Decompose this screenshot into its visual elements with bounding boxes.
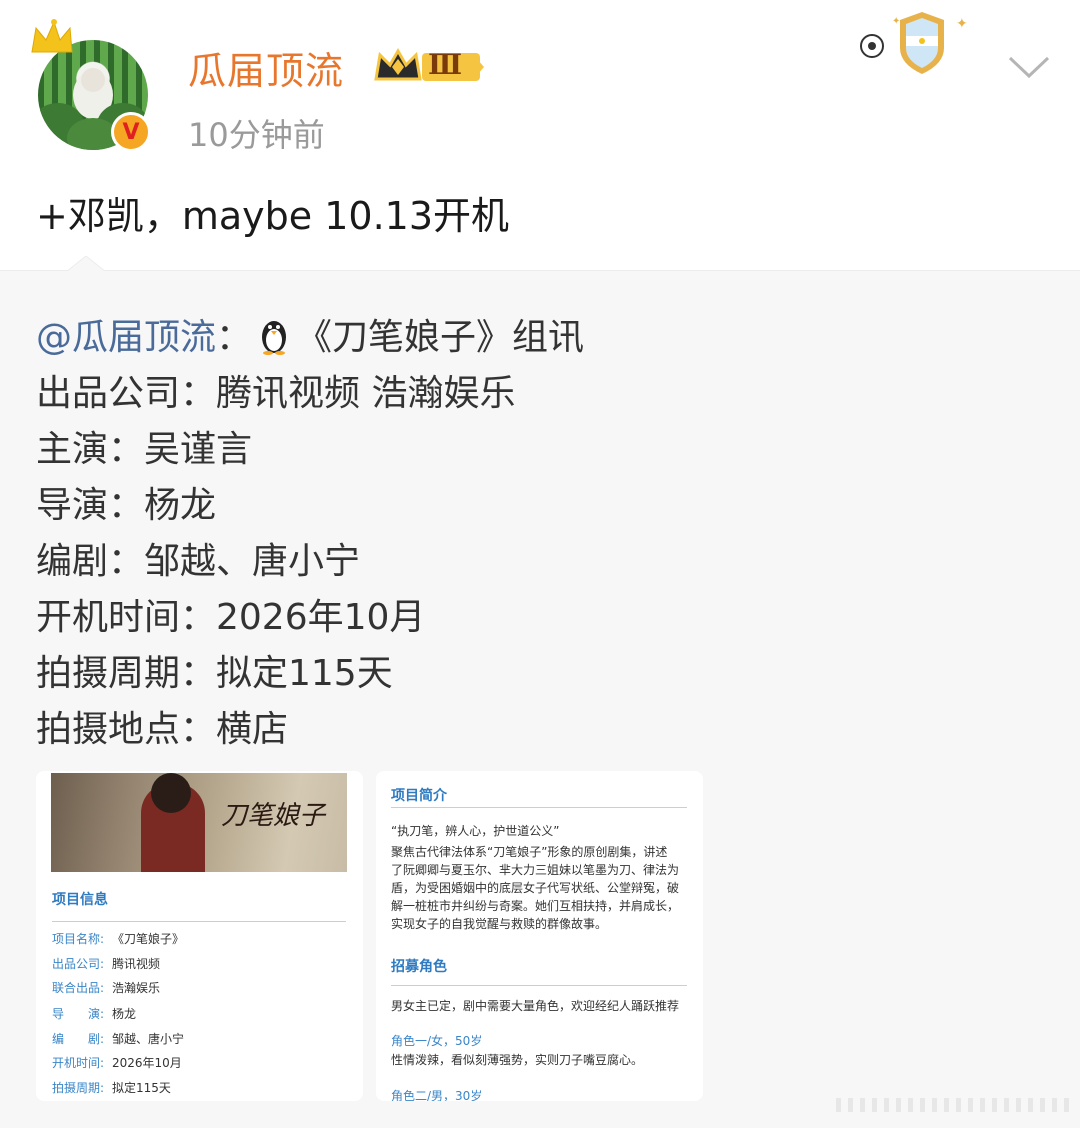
repost-line: 编剧：邹越、唐小宁	[36, 541, 361, 582]
repost-line: 拍摄周期：拟定115天	[36, 653, 393, 694]
section-divider	[391, 985, 687, 986]
username[interactable]: 瓜届顶流	[188, 40, 344, 95]
crown-icon	[31, 19, 73, 53]
section-title: 项目信息	[52, 892, 108, 908]
intro-line: 盾，为受困婚姻中的底层女子代写状纸、公堂辩冤，破	[391, 881, 680, 895]
repost-line: 出品公司：腾讯视频 浩瀚娱乐	[36, 373, 516, 414]
role-heading: 角色二/男，30岁	[391, 1089, 483, 1101]
mention-colon: ：	[216, 317, 253, 358]
poster-figure-head	[151, 773, 191, 813]
section-divider	[391, 807, 687, 808]
poster-image: 刀笔娘子	[51, 773, 347, 872]
info-row: 拍摄周期: 拟定115天	[52, 1079, 171, 1096]
post-time: 10分钟前	[188, 116, 325, 154]
info-value: 邹越、唐小宁	[112, 1032, 185, 1046]
football-fan-badge-icon[interactable]: ✦ ✦	[858, 8, 970, 78]
role-heading: 角色一/女，50岁	[391, 1034, 483, 1048]
repost-pointer	[66, 256, 106, 272]
role-description: 性情泼辣，看似刻薄强势，实则刀子嘴豆腐心。	[391, 1053, 644, 1067]
section-title: 项目简介	[391, 788, 447, 804]
info-value: 杨龙	[112, 1007, 137, 1021]
mention-link[interactable]: @瓜届顶流	[36, 317, 216, 358]
info-row: 编 剧: 邹越、唐小宁	[52, 1030, 184, 1047]
info-row: 出品公司: 腾讯视频	[52, 955, 160, 972]
image-card-project-intro[interactable]: 项目简介 “执刀笔，辨人心，护世道公义” 聚焦古代律法体系“刀笔娘子”形象的原创…	[376, 771, 703, 1101]
svg-text:✦: ✦	[892, 16, 900, 27]
info-value: 《刀笔娘子》	[112, 932, 185, 946]
image-card-project-info[interactable]: 刀笔娘子 项目信息 项目名称: 《刀笔娘子》 出品公司: 腾讯视频 联合出品: 浩瀚娱…	[36, 771, 363, 1101]
info-row: 导 演: 杨龙	[52, 1005, 136, 1022]
section-divider	[52, 921, 346, 922]
watermark-strip	[836, 1098, 1070, 1112]
info-key: 拍摄周期:	[52, 1081, 105, 1095]
info-value: 拟定115天	[112, 1081, 171, 1095]
info-row: 开机时间: 2026年10月	[52, 1054, 182, 1071]
info-key: 联合出品:	[52, 981, 105, 995]
info-key: 编 剧:	[52, 1032, 105, 1046]
verified-badge-text: V	[122, 119, 140, 145]
intro-line: 实现女子的自我觉醒与救赎的群像故事。	[391, 917, 608, 931]
poster-title: 刀笔娘子	[221, 801, 326, 831]
repost-line: 导演：杨龙	[36, 485, 217, 526]
info-key: 出品公司:	[52, 957, 105, 971]
repost-line: 拍摄地点：横店	[36, 709, 289, 750]
info-row: 项目名称: 《刀笔娘子》	[52, 930, 184, 947]
verified-badge: V	[111, 112, 151, 152]
penguin-icon	[262, 321, 287, 355]
info-key: 导 演:	[52, 1007, 105, 1021]
svg-text:✦: ✦	[956, 16, 968, 32]
roles-title: 招募角色	[391, 959, 447, 975]
chevron-down-icon[interactable]	[1006, 52, 1052, 82]
intro-line: 解一桩桩市井纠纷与奇案。她们互相扶持，并肩成长，	[391, 899, 680, 913]
post-text: +邓凯，maybe 10.13开机	[36, 194, 509, 238]
info-key: 开机时间:	[52, 1056, 105, 1070]
roles-note: 男女主已定，剧中需要大量角色，欢迎经纪人踊跃推荐	[391, 999, 680, 1013]
repost-line: 主演：吴谨言	[36, 429, 253, 470]
info-value: 腾讯视频	[112, 957, 161, 971]
level-text: Ⅲ	[428, 48, 463, 81]
repost-title: 《刀笔娘子》组讯	[296, 317, 585, 358]
info-row: 联合出品: 浩瀚娱乐	[52, 979, 160, 996]
repost-line: 开机时间：2026年10月	[36, 597, 426, 638]
info-key: 项目名称:	[52, 932, 105, 946]
info-value: 浩瀚娱乐	[112, 981, 161, 995]
repost-headline: @瓜届顶流： 《刀笔娘子》组讯	[36, 308, 584, 360]
intro-line: 聚焦古代律法体系“刀笔娘子”形象的原创剧集，讲述	[391, 845, 668, 859]
intro-quote: “执刀笔，辨人心，护世道公义”	[391, 824, 560, 838]
intro-line: 了阮卿卿与夏玉尔、芈大力三姐妹以笔墨为刀、律法为	[391, 863, 680, 877]
info-value: 2026年10月	[112, 1056, 182, 1070]
